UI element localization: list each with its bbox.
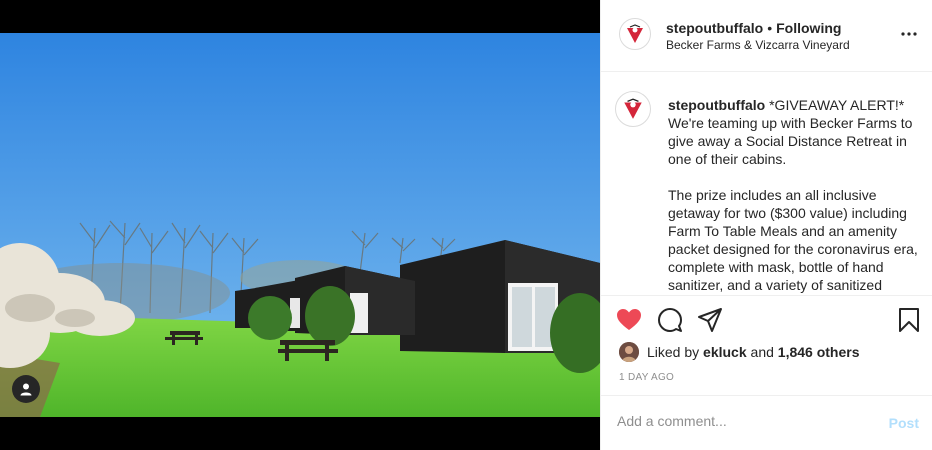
comment-button[interactable] bbox=[656, 306, 684, 334]
add-comment-bar: Post bbox=[601, 395, 932, 450]
post-media bbox=[0, 0, 600, 450]
post-details-panel: stepoutbuffalo • Following Becker Farms & … bbox=[600, 0, 932, 450]
comment-icon bbox=[658, 308, 682, 332]
likes-and: and bbox=[750, 344, 774, 360]
ellipsis-icon bbox=[901, 32, 917, 36]
user-icon bbox=[20, 383, 32, 396]
post-comment-button[interactable]: Post bbox=[889, 415, 919, 431]
caption-avatar[interactable] bbox=[615, 91, 651, 127]
bookmark-icon bbox=[899, 308, 919, 332]
post-header: stepoutbuffalo • Following Becker Farms & … bbox=[601, 0, 932, 72]
liker-avatar[interactable] bbox=[619, 342, 639, 362]
post-caption: stepoutbuffalo *GIVEAWAY ALERT!* We're t… bbox=[668, 96, 926, 295]
caption-paragraph-2: The prize includes an all inclusive geta… bbox=[668, 187, 918, 293]
liked-by-prefix: Liked by bbox=[647, 344, 700, 360]
post-photo[interactable] bbox=[0, 33, 600, 417]
avatar[interactable] bbox=[619, 18, 651, 50]
comments-section[interactable]: stepoutbuffalo *GIVEAWAY ALERT!* We're t… bbox=[601, 73, 932, 295]
likes-count[interactable]: 1,846 others bbox=[778, 344, 860, 360]
like-button[interactable] bbox=[615, 306, 643, 334]
share-button[interactable] bbox=[696, 306, 724, 334]
likes-summary: Liked by ekluck and 1,846 others bbox=[619, 340, 860, 364]
heart-filled-icon bbox=[617, 309, 641, 330]
brand-logo-icon bbox=[627, 24, 643, 43]
following-button[interactable]: Following bbox=[776, 20, 841, 36]
brand-logo-icon bbox=[624, 98, 642, 119]
caption-username[interactable]: stepoutbuffalo bbox=[668, 97, 765, 113]
post-timestamp[interactable]: 1 DAY AGO bbox=[619, 372, 674, 383]
more-options-button[interactable] bbox=[899, 24, 919, 44]
cabins-photo bbox=[0, 33, 600, 417]
location-link[interactable]: Becker Farms & Vizcarra Vineyard bbox=[666, 38, 850, 52]
separator-dot: • bbox=[767, 20, 773, 36]
share-icon bbox=[698, 308, 722, 332]
save-button[interactable] bbox=[895, 306, 923, 334]
liker-username[interactable]: ekluck bbox=[703, 344, 747, 360]
action-bar bbox=[601, 295, 932, 342]
header-username-row: stepoutbuffalo • Following bbox=[666, 20, 841, 36]
tagged-users-button[interactable] bbox=[12, 375, 40, 403]
header-username[interactable]: stepoutbuffalo bbox=[666, 20, 763, 36]
comment-input[interactable] bbox=[617, 413, 867, 429]
liker-photo bbox=[619, 342, 639, 362]
